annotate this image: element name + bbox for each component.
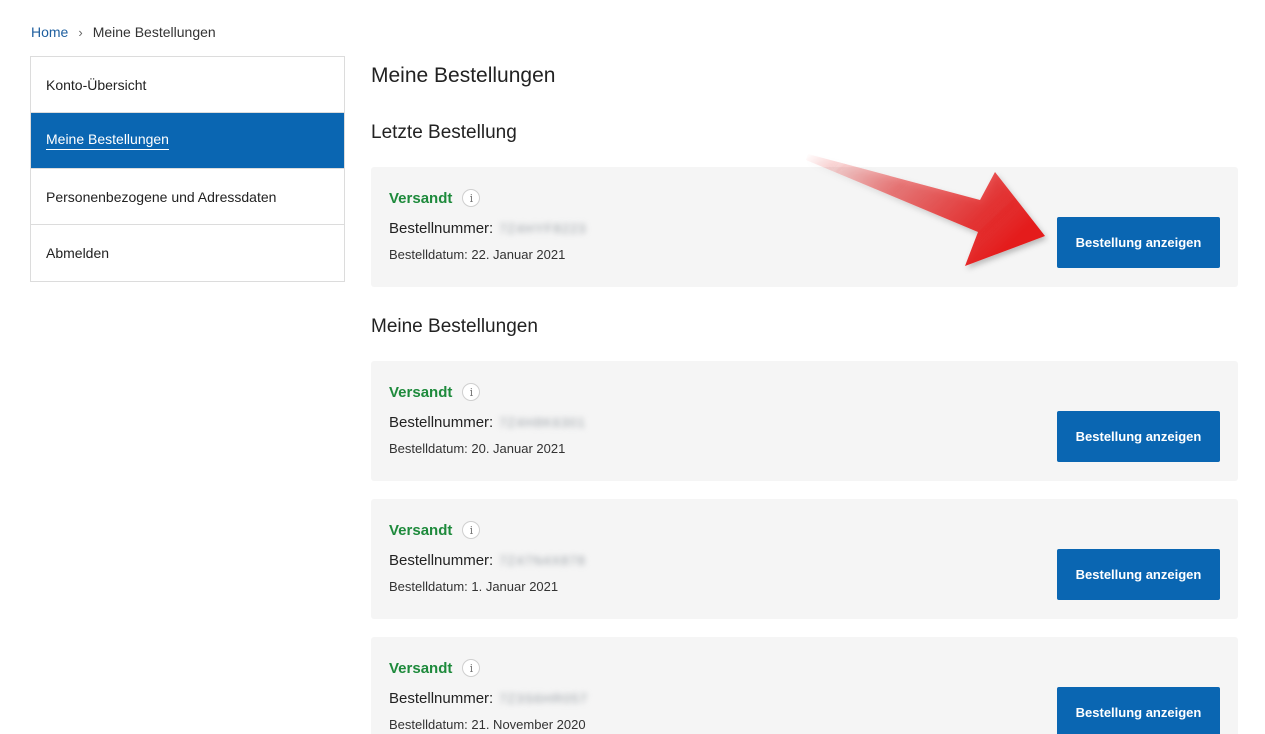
status-row: Versandt i	[389, 383, 481, 401]
order-number-value: 7Z3S6HR057	[499, 691, 588, 706]
chevron-right-icon: ›	[78, 24, 83, 40]
order-date: Bestelldatum: 21. November 2020	[389, 717, 586, 732]
status-badge: Versandt	[389, 521, 453, 539]
order-number: Bestellnummer: 7Z3S6HR057	[389, 690, 588, 707]
sidebar-item-label: Konto-Übersicht	[46, 76, 147, 93]
status-row: Versandt i	[389, 521, 481, 539]
latest-order-heading: Letzte Bestellung	[371, 122, 517, 143]
order-card: Versandt i Bestellnummer: 7Z47N4X878 Bes…	[371, 499, 1238, 619]
order-number-label: Bestellnummer:	[389, 552, 494, 569]
info-icon[interactable]: i	[462, 659, 481, 677]
order-card: Versandt i Bestellnummer: 7Z4H8K6301 Bes…	[371, 361, 1238, 481]
order-number: Bestellnummer: 7Z47N4X878	[389, 552, 586, 569]
order-number: Bestellnummer: 7Z4H8K6301	[389, 414, 586, 431]
view-order-button[interactable]: Bestellung anzeigen	[1057, 549, 1220, 600]
info-icon[interactable]: i	[462, 189, 481, 207]
order-number-label: Bestellnummer:	[389, 414, 494, 431]
breadcrumb: Home › Meine Bestellungen	[31, 24, 216, 40]
view-order-button[interactable]: Bestellung anzeigen	[1057, 687, 1220, 734]
order-number: Bestellnummer: 7Z4HYF8223	[389, 220, 587, 237]
status-badge: Versandt	[389, 189, 453, 207]
order-number-value: 7Z4HYF8223	[499, 221, 587, 236]
order-date: Bestelldatum: 22. Januar 2021	[389, 247, 566, 262]
order-date: Bestelldatum: 20. Januar 2021	[389, 441, 566, 456]
order-date: Bestelldatum: 1. Januar 2021	[389, 579, 559, 594]
sidebar-item-personal-data[interactable]: Personenbezogene und Adressdaten	[31, 169, 344, 225]
status-badge: Versandt	[389, 659, 453, 677]
sidebar-item-logout[interactable]: Abmelden	[31, 225, 344, 281]
latest-order-card: Versandt i Bestellnummer: 7Z4HYF8223 Bes…	[371, 167, 1238, 287]
sidebar-item-my-orders[interactable]: Meine Bestellungen	[31, 113, 344, 169]
page-title: Meine Bestellungen	[371, 64, 556, 87]
info-icon[interactable]: i	[462, 521, 481, 539]
order-number-label: Bestellnummer:	[389, 690, 494, 707]
sidebar-item-account-overview[interactable]: Konto-Übersicht	[31, 57, 344, 113]
breadcrumb-current: Meine Bestellungen	[92, 24, 216, 40]
view-order-button[interactable]: Bestellung anzeigen	[1057, 217, 1220, 268]
sidebar-item-label: Personenbezogene und Adressdaten	[46, 188, 277, 205]
view-order-button[interactable]: Bestellung anzeigen	[1057, 411, 1220, 462]
order-number-value: 7Z47N4X878	[499, 553, 586, 568]
order-card: Versandt i Bestellnummer: 7Z3S6HR057 Bes…	[371, 637, 1238, 734]
order-number-value: 7Z4H8K6301	[499, 415, 586, 430]
breadcrumb-home-link[interactable]: Home	[31, 24, 68, 40]
sidebar-item-label: Meine Bestellungen	[46, 131, 169, 150]
order-number-label: Bestellnummer:	[389, 220, 494, 237]
status-row: Versandt i	[389, 189, 481, 207]
account-sidebar: Konto-Übersicht Meine Bestellungen Perso…	[30, 56, 345, 282]
info-icon[interactable]: i	[462, 383, 481, 401]
status-row: Versandt i	[389, 659, 481, 677]
my-orders-heading: Meine Bestellungen	[371, 316, 538, 337]
sidebar-item-label: Abmelden	[46, 245, 110, 261]
status-badge: Versandt	[389, 383, 453, 401]
